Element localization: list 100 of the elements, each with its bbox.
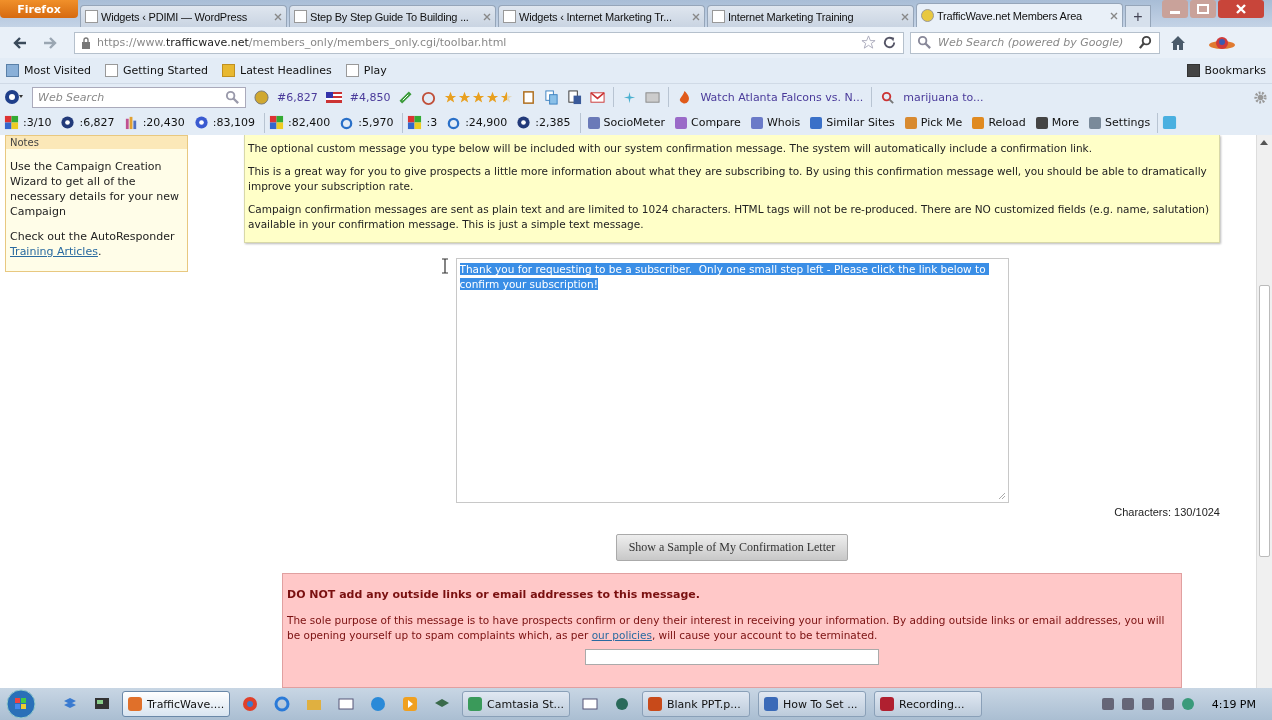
stat-value: :2,385 <box>535 116 571 129</box>
ring-icon <box>339 115 355 130</box>
browser-tab[interactable]: Internet Marketing Training <box>707 5 914 27</box>
stat-value: :6,827 <box>79 116 115 129</box>
search-field[interactable]: Web Search (powered by Google) <box>910 31 1160 54</box>
close-icon[interactable] <box>1218 0 1264 18</box>
back-arrow-icon[interactable] <box>12 34 28 51</box>
rank-text: #6,827 <box>277 90 318 104</box>
stat-value: :3 <box>426 116 438 129</box>
tile-icon <box>4 115 19 130</box>
tile-icon <box>269 115 285 130</box>
circle-icon[interactable] <box>242 696 258 712</box>
page-icon <box>85 10 98 23</box>
flag-icon <box>325 91 342 103</box>
info-text: This is a great way for you to give prospects a little more information about what they are subscribing to. By using this confirmation message well, you should be able to dramatically improve your subscription rate. <box>248 164 1208 194</box>
taskbar-button[interactable]: Camtasia St... <box>462 691 570 717</box>
sparkle-icon[interactable] <box>622 89 638 105</box>
toolbar-button[interactable]: Settings <box>1086 116 1154 129</box>
new-tab-button[interactable]: + <box>1125 5 1151 27</box>
document-icon[interactable] <box>567 89 583 105</box>
toolbar-button[interactable]: Whois <box>747 116 804 129</box>
planet-icon[interactable] <box>1208 34 1236 51</box>
play-icon[interactable] <box>402 696 418 712</box>
window-icon[interactable] <box>338 696 354 712</box>
browser-tab[interactable]: TrafficWave.net Members Area <box>916 3 1123 27</box>
close-icon[interactable] <box>274 12 282 21</box>
browser-tab[interactable]: Widgets ‹ PDIMI — WordPress <box>80 5 287 27</box>
close-icon[interactable] <box>901 12 909 21</box>
close-icon[interactable] <box>692 12 700 21</box>
warning-text: The sole purpose of this message is to have prospects confirm or deny their interest in receiving your information. By adding outside links or email addresses, you will be opening yourself up to spam complaints which, as per our policies, will cause your account to be terminated. <box>287 613 1166 643</box>
bookmark-item[interactable]: Most Visited <box>6 64 91 77</box>
lock-icon <box>81 36 91 49</box>
system-tray-icons[interactable] <box>1101 698 1194 710</box>
training-articles-link[interactable]: Training Articles <box>10 245 98 258</box>
start-button[interactable] <box>6 689 36 719</box>
toolbar-button[interactable]: SocioMeter <box>584 116 668 129</box>
bookmark-item[interactable]: Play <box>345 64 387 77</box>
agreement-field[interactable] <box>585 649 879 665</box>
stat-value: :82,400 <box>288 116 331 129</box>
bookmarks-menu-button[interactable]: Bookmarks <box>1186 64 1266 77</box>
toolbar-button[interactable]: Compare <box>672 116 744 129</box>
forward-arrow-icon[interactable] <box>42 34 58 51</box>
warning-title: DO NOT add any outside links or email addresses to this message. <box>287 588 701 601</box>
home-icon[interactable] <box>1170 34 1186 51</box>
search-field[interactable]: Web Search <box>32 86 246 108</box>
policies-link[interactable]: our policies <box>591 629 652 641</box>
notes-title: Notes <box>6 136 187 149</box>
toolbar-link[interactable]: Watch Atlanta Falcons vs. N... <box>700 90 864 104</box>
clock: 4:19 PM <box>1211 697 1256 711</box>
settings-icon[interactable] <box>1253 89 1268 105</box>
reload-icon[interactable] <box>882 35 897 50</box>
toolbar-button[interactable]: Similar Sites <box>807 116 898 129</box>
stat-value: :5,970 <box>358 116 394 129</box>
toolbar-button[interactable]: Reload <box>969 116 1029 129</box>
notes-text: Use the Campaign Creation Wizard to get all of the necessary details for your new Campaign <box>10 159 181 219</box>
copy-icon[interactable] <box>544 89 560 105</box>
stat-value: :20,430 <box>142 116 185 129</box>
rank-text: #4,850 <box>349 90 391 104</box>
stat-value: :24,900 <box>465 116 508 129</box>
card-icon[interactable] <box>645 89 661 105</box>
scroll-up-arrow-icon[interactable] <box>1260 139 1268 145</box>
window-icon[interactable] <box>582 696 598 712</box>
circle-icon <box>193 115 209 130</box>
mail-icon[interactable] <box>590 89 606 105</box>
taskbar-button[interactable]: How To Set ... <box>758 691 866 717</box>
star-icon[interactable] <box>861 35 876 50</box>
address-field[interactable]: https://www.trafficwave.net/members_only/members_only.cgi/toolbar.html <box>74 31 904 54</box>
book-icon[interactable] <box>521 89 537 105</box>
page-icon <box>921 9 934 22</box>
circle-icon <box>60 115 76 130</box>
bookmark-item[interactable]: Getting Started <box>104 64 208 77</box>
bar-chart-icon <box>123 115 139 130</box>
taskbar-button[interactable]: TrafficWave.... <box>122 691 230 717</box>
tile-icon <box>407 115 423 130</box>
browser-tab[interactable]: Step By Step Guide To Building ... <box>289 5 496 27</box>
minimize-icon[interactable] <box>1162 0 1188 18</box>
resize-grip-icon[interactable] <box>997 492 1006 500</box>
sample-letter-button[interactable]: Show a Sample of My Confirmation Letter <box>615 534 849 561</box>
info-text: The optional custom message you type below will be included with our system confirmation message. The system will automatically include a confirmation link. <box>248 141 1094 156</box>
taskbar-button[interactable]: Recording... <box>874 691 982 717</box>
ring-icon <box>446 115 462 130</box>
search-icon[interactable] <box>1138 35 1153 50</box>
toolbar-button[interactable]: Pick Me <box>901 116 966 129</box>
browser-tab[interactable]: Widgets ‹ Internet Marketing Tr... <box>498 5 705 27</box>
close-icon[interactable] <box>483 12 491 21</box>
magnifier-icon[interactable] <box>880 89 896 105</box>
taskbar-button[interactable]: Blank PPT.p... <box>642 691 750 717</box>
toolbar-link[interactable]: marijuana to... <box>903 90 984 104</box>
bookmark-item[interactable]: Latest Headlines <box>222 64 332 77</box>
scrollbar[interactable] <box>1256 135 1272 688</box>
circle-icon <box>516 115 532 130</box>
close-icon[interactable] <box>1110 11 1118 20</box>
page-icon <box>712 10 725 23</box>
character-count: Characters: 130/1024 <box>1114 506 1220 518</box>
toolbar-button[interactable]: More <box>1032 116 1083 129</box>
stat-value: :3/10 <box>23 116 52 129</box>
text-cursor-icon <box>440 258 449 274</box>
monitor-icon[interactable] <box>94 696 110 712</box>
restore-icon[interactable] <box>1190 0 1216 18</box>
page-icon <box>503 10 516 23</box>
